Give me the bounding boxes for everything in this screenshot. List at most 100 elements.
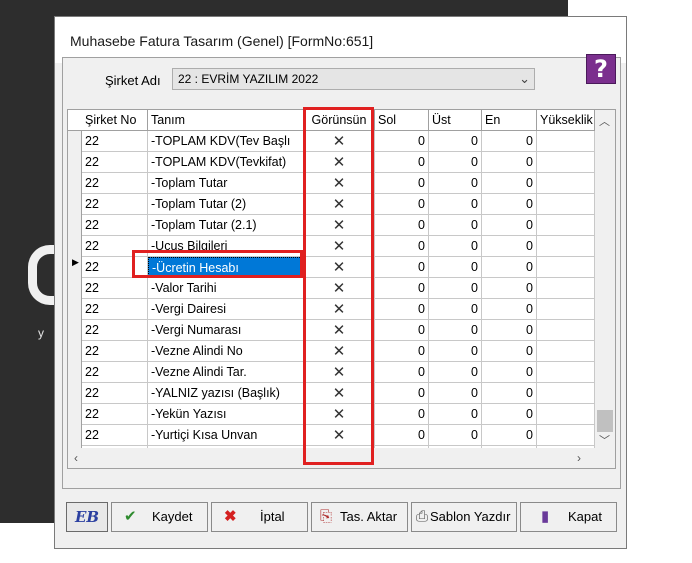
scroll-right-icon[interactable]: › (577, 451, 581, 465)
cell-yukseklik[interactable] (537, 131, 595, 152)
cell-en[interactable]: 0 (482, 299, 537, 320)
cell-sirket[interactable]: 22 (82, 278, 148, 299)
cell-sirket[interactable]: 22 (82, 341, 148, 362)
cell-sirket[interactable]: 22 (82, 215, 148, 236)
cell-tanim[interactable]: -Vezne Alindi Tar. (148, 362, 304, 383)
cell-yukseklik[interactable] (537, 425, 595, 446)
kapat-button[interactable]: ▮ Kapat (520, 502, 617, 532)
cell-sol[interactable]: 0 (375, 341, 429, 362)
cell-tanim[interactable]: -Toplam Tutar (148, 173, 304, 194)
cell-ust[interactable]: 0 (429, 173, 482, 194)
cell-yukseklik[interactable] (537, 257, 595, 278)
cell-yukseklik[interactable] (537, 299, 595, 320)
cell-tanim[interactable]: -TOPLAM KDV(Tev Başlı (148, 131, 304, 152)
cell-en[interactable]: 0 (482, 131, 537, 152)
cell-en[interactable]: 0 (482, 341, 537, 362)
cell-en[interactable]: 0 (482, 152, 537, 173)
sirket-select[interactable]: 22 : EVRİM YAZILIM 2022 ⌄ (172, 68, 535, 90)
cell-sol[interactable]: 0 (375, 362, 429, 383)
cell-sol[interactable]: 0 (375, 383, 429, 404)
cell-en[interactable]: 0 (482, 320, 537, 341)
cell-ust[interactable]: 0 (429, 257, 482, 278)
cell-sirket[interactable]: 22 (82, 383, 148, 404)
cell-sol[interactable]: 0 (375, 404, 429, 425)
header-tanim[interactable]: Tanım (148, 110, 304, 130)
scroll-down-icon[interactable]: ﹀ (599, 432, 610, 448)
cell-en[interactable]: 0 (482, 194, 537, 215)
cell-sirket[interactable]: 22 (82, 320, 148, 341)
cell-ust[interactable]: 0 (429, 383, 482, 404)
vertical-scrollbar[interactable]: ︿ ﹀ (595, 110, 615, 448)
cell-yukseklik[interactable] (537, 236, 595, 257)
cell-en[interactable]: 0 (482, 362, 537, 383)
cell-sirket[interactable]: 22 (82, 131, 148, 152)
cell-tanim[interactable]: -TOPLAM KDV(Tevkifat) (148, 152, 304, 173)
cell-yukseklik[interactable] (537, 404, 595, 425)
cell-tanim[interactable]: -Toplam Tutar (2.1) (148, 215, 304, 236)
cell-yukseklik[interactable] (537, 341, 595, 362)
cell-tanim[interactable]: -Vergi Numarası (148, 320, 304, 341)
cell-tanim[interactable]: -Toplam Tutar (2) (148, 194, 304, 215)
vertical-scroll-thumb[interactable] (597, 410, 613, 432)
cell-sol[interactable]: 0 (375, 236, 429, 257)
cell-sol[interactable]: 0 (375, 152, 429, 173)
cell-en[interactable]: 0 (482, 383, 537, 404)
header-en[interactable]: En (482, 110, 537, 130)
scroll-left-icon[interactable]: ‹ (74, 451, 78, 465)
cell-sol[interactable]: 0 (375, 173, 429, 194)
cell-sol[interactable]: 0 (375, 194, 429, 215)
header-sirket-no[interactable]: Şirket No (82, 110, 148, 130)
cell-ust[interactable]: 0 (429, 194, 482, 215)
cell-en[interactable]: 0 (482, 257, 537, 278)
cell-sol[interactable]: 0 (375, 278, 429, 299)
cell-sol[interactable]: 0 (375, 215, 429, 236)
header-sol[interactable]: Sol (375, 110, 429, 130)
cell-ust[interactable]: 0 (429, 236, 482, 257)
cell-ust[interactable]: 0 (429, 215, 482, 236)
cell-tanim[interactable]: -Vezne Alindi No (148, 341, 304, 362)
cell-yukseklik[interactable] (537, 362, 595, 383)
cell-en[interactable]: 0 (482, 404, 537, 425)
cell-sol[interactable]: 0 (375, 131, 429, 152)
cell-en[interactable]: 0 (482, 236, 537, 257)
cell-ust[interactable]: 0 (429, 362, 482, 383)
cell-sol[interactable]: 0 (375, 320, 429, 341)
cell-yukseklik[interactable] (537, 278, 595, 299)
cell-sol[interactable]: 0 (375, 299, 429, 320)
cell-sol[interactable]: 0 (375, 257, 429, 278)
cell-yukseklik[interactable] (537, 152, 595, 173)
cell-tanim[interactable]: -YALNIZ yazısı (Başlık) (148, 383, 304, 404)
cell-yukseklik[interactable] (537, 194, 595, 215)
cell-en[interactable]: 0 (482, 278, 537, 299)
cell-ust[interactable]: 0 (429, 152, 482, 173)
cell-ust[interactable]: 0 (429, 299, 482, 320)
iptal-button[interactable]: ✖ İptal (211, 502, 308, 532)
cell-sirket[interactable]: 22 (82, 152, 148, 173)
tas-aktar-button[interactable]: ⎘ Tas. Aktar (311, 502, 408, 532)
help-icon[interactable]: ? (586, 54, 616, 84)
cell-sirket[interactable]: 22 (82, 404, 148, 425)
kaydet-button[interactable]: ✔ Kaydet (111, 502, 208, 532)
cell-sirket[interactable]: 22 (82, 425, 148, 446)
cell-yukseklik[interactable] (537, 215, 595, 236)
cell-en[interactable]: 0 (482, 173, 537, 194)
cell-sol[interactable]: 0 (375, 425, 429, 446)
cell-ust[interactable]: 0 (429, 131, 482, 152)
cell-yukseklik[interactable] (537, 383, 595, 404)
header-yukseklik[interactable]: Yükseklik (537, 110, 595, 130)
cell-sirket[interactable]: 22 (82, 194, 148, 215)
cell-tanim[interactable]: -Yurtiçi Kısa Unvan (148, 425, 304, 446)
cell-en[interactable]: 0 (482, 215, 537, 236)
cell-en[interactable]: 0 (482, 425, 537, 446)
cell-tanim[interactable]: -Valor Tarihi (148, 278, 304, 299)
cell-yukseklik[interactable] (537, 173, 595, 194)
header-ust[interactable]: Üst (429, 110, 482, 130)
cell-ust[interactable]: 0 (429, 320, 482, 341)
cell-ust[interactable]: 0 (429, 341, 482, 362)
cell-ust[interactable]: 0 (429, 425, 482, 446)
cell-sirket[interactable]: 22 (82, 362, 148, 383)
cell-sirket[interactable]: 22 (82, 173, 148, 194)
cell-ust[interactable]: 0 (429, 404, 482, 425)
cell-tanim[interactable]: -Vergi Dairesi (148, 299, 304, 320)
cell-yukseklik[interactable] (537, 320, 595, 341)
